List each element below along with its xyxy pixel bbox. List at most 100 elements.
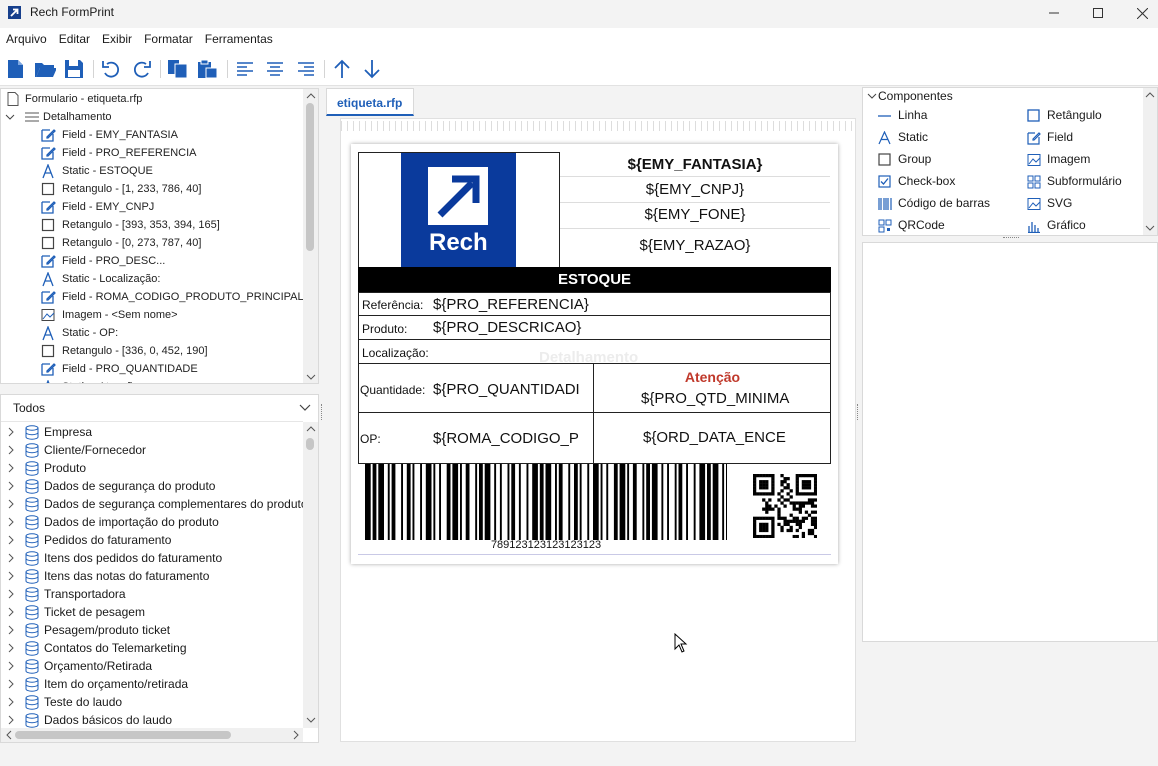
chevron-right-icon[interactable] — [7, 517, 15, 527]
menu-arquivo[interactable]: Arquivo — [0, 28, 53, 50]
row-referencia[interactable] — [358, 292, 831, 316]
chevron-right-icon[interactable] — [7, 643, 15, 653]
static-quantidade[interactable]: Quantidade: — [360, 383, 425, 397]
qr-module — [765, 501, 769, 505]
qr-module — [756, 534, 760, 538]
field-emy-fone[interactable]: ${EMY_FONE} — [560, 206, 830, 223]
chevron-right-icon[interactable] — [7, 553, 15, 563]
field-pro-quantidade[interactable]: ${PRO_QUANTIDADI — [433, 381, 580, 398]
chevron-up-icon[interactable] — [1145, 91, 1155, 99]
qr-module — [765, 507, 769, 511]
qr-module — [765, 486, 769, 490]
chevron-left-icon[interactable] — [5, 730, 13, 740]
chevron-right-icon[interactable] — [7, 463, 15, 473]
chevron-down-icon[interactable] — [299, 404, 311, 412]
chevron-right-icon[interactable] — [7, 481, 15, 491]
chevron-right-icon[interactable] — [7, 697, 15, 707]
database-icon — [25, 425, 39, 440]
chevron-right-icon[interactable] — [7, 715, 15, 725]
field-emy-razao[interactable]: ${EMY_RAZAO} — [560, 237, 830, 254]
qrcode-image[interactable] — [753, 474, 817, 538]
chevron-right-icon[interactable] — [7, 625, 15, 635]
tab-etiqueta[interactable]: etiqueta.rfp — [326, 88, 414, 116]
menu-exibir[interactable]: Exibir — [96, 28, 138, 50]
barcode-bar — [387, 464, 390, 540]
chevron-down-icon[interactable] — [867, 93, 877, 101]
horizontal-scrollbar[interactable] — [1, 728, 303, 742]
splitter-handle[interactable] — [321, 404, 324, 420]
chevron-right-icon[interactable] — [7, 607, 15, 617]
rectangle-icon — [41, 218, 55, 232]
static-referencia[interactable]: Referência: — [362, 298, 423, 312]
maximize-button[interactable] — [1076, 0, 1120, 26]
chevron-right-icon[interactable] — [7, 661, 15, 671]
scrollbar-thumb[interactable] — [15, 731, 231, 739]
chevron-right-icon[interactable] — [7, 427, 15, 437]
static-localizacao[interactable]: Localização: — [362, 346, 429, 360]
field-emy-cnpj[interactable]: ${EMY_CNPJ} — [560, 181, 830, 198]
barcode-image[interactable] — [365, 464, 727, 542]
align-right-button[interactable] — [295, 58, 317, 80]
field-pro-referencia[interactable]: ${PRO_REFERENCIA} — [433, 296, 589, 313]
datasource-item-label: Dados de segurança complementares do pro… — [44, 497, 308, 511]
new-file-button[interactable] — [4, 58, 26, 80]
move-up-button[interactable] — [331, 58, 353, 80]
chevron-down-icon[interactable] — [1145, 224, 1155, 232]
chevron-right-icon[interactable] — [7, 445, 15, 455]
chevron-down-icon[interactable] — [306, 373, 316, 381]
row-produto[interactable] — [358, 315, 831, 340]
undo-button[interactable] — [100, 58, 122, 80]
chevron-right-icon[interactable] — [292, 730, 300, 740]
save-button[interactable] — [63, 58, 85, 80]
close-button[interactable] — [1120, 0, 1158, 26]
datasource-item-label: Dados básicos do laudo — [44, 713, 173, 727]
splitter-handle[interactable] — [857, 404, 860, 420]
chevron-up-icon[interactable] — [306, 425, 316, 433]
components-scrollbar[interactable] — [1143, 88, 1157, 235]
chevron-down-icon[interactable] — [306, 716, 316, 724]
static-op[interactable]: OP: — [360, 432, 381, 446]
menu-formatar[interactable]: Formatar — [138, 28, 199, 50]
qr-module — [780, 501, 784, 505]
qr-module — [780, 483, 784, 487]
field-roma-codigo[interactable]: ${ROMA_CODIGO_P — [433, 430, 579, 447]
field-pro-descricao[interactable]: ${PRO_DESCRICAO} — [433, 319, 581, 336]
field-ord-data-ence[interactable]: ${ORD_DATA_ENCE — [643, 429, 786, 446]
chevron-up-icon[interactable] — [306, 92, 316, 100]
static-atencao[interactable]: Atenção — [594, 369, 831, 385]
static-estoque[interactable]: ESTOQUE — [358, 267, 831, 292]
chevron-right-icon[interactable] — [7, 571, 15, 581]
properties-panel — [862, 242, 1158, 642]
field-pro-qtd-minima[interactable]: ${PRO_QTD_MINIMA — [641, 390, 789, 407]
qr-module — [807, 483, 812, 487]
barcode-bar — [499, 464, 502, 540]
minimize-button[interactable] — [1032, 0, 1076, 26]
chevron-right-icon[interactable] — [7, 499, 15, 509]
chevron-right-icon[interactable] — [7, 679, 15, 689]
scrollbar-thumb[interactable] — [306, 103, 314, 251]
tree-scrollbar[interactable] — [303, 89, 318, 383]
align-left-button[interactable] — [234, 58, 256, 80]
move-down-button[interactable] — [361, 58, 383, 80]
barcode-bar — [712, 464, 719, 540]
paste-button[interactable] — [197, 58, 219, 80]
static-produto[interactable]: Produto: — [362, 322, 407, 336]
datasource-filter[interactable]: Todos — [13, 401, 45, 415]
splitter-handle[interactable] — [1003, 237, 1019, 240]
open-file-button[interactable] — [34, 58, 56, 80]
redo-button[interactable] — [131, 58, 153, 80]
qr-module — [786, 486, 790, 490]
chevron-right-icon[interactable] — [7, 589, 15, 599]
qr-module — [771, 483, 775, 487]
copy-button[interactable] — [167, 58, 189, 80]
field-emy-fantasia[interactable]: ${EMY_FANTASIA} — [560, 156, 830, 173]
barcode-bar — [365, 464, 371, 540]
scrollbar-thumb[interactable] — [306, 438, 314, 450]
barcode-bar — [646, 464, 650, 540]
label-page[interactable]: Rech ${EMY_FANTASIA} ${EMY_CNPJ} ${EMY_F… — [351, 144, 838, 564]
chevron-right-icon[interactable] — [7, 535, 15, 545]
align-center-button[interactable] — [264, 58, 286, 80]
menu-editar[interactable]: Editar — [53, 28, 96, 50]
datasource-scrollbar[interactable] — [303, 422, 318, 728]
menu-ferramentas[interactable]: Ferramentas — [199, 28, 279, 50]
